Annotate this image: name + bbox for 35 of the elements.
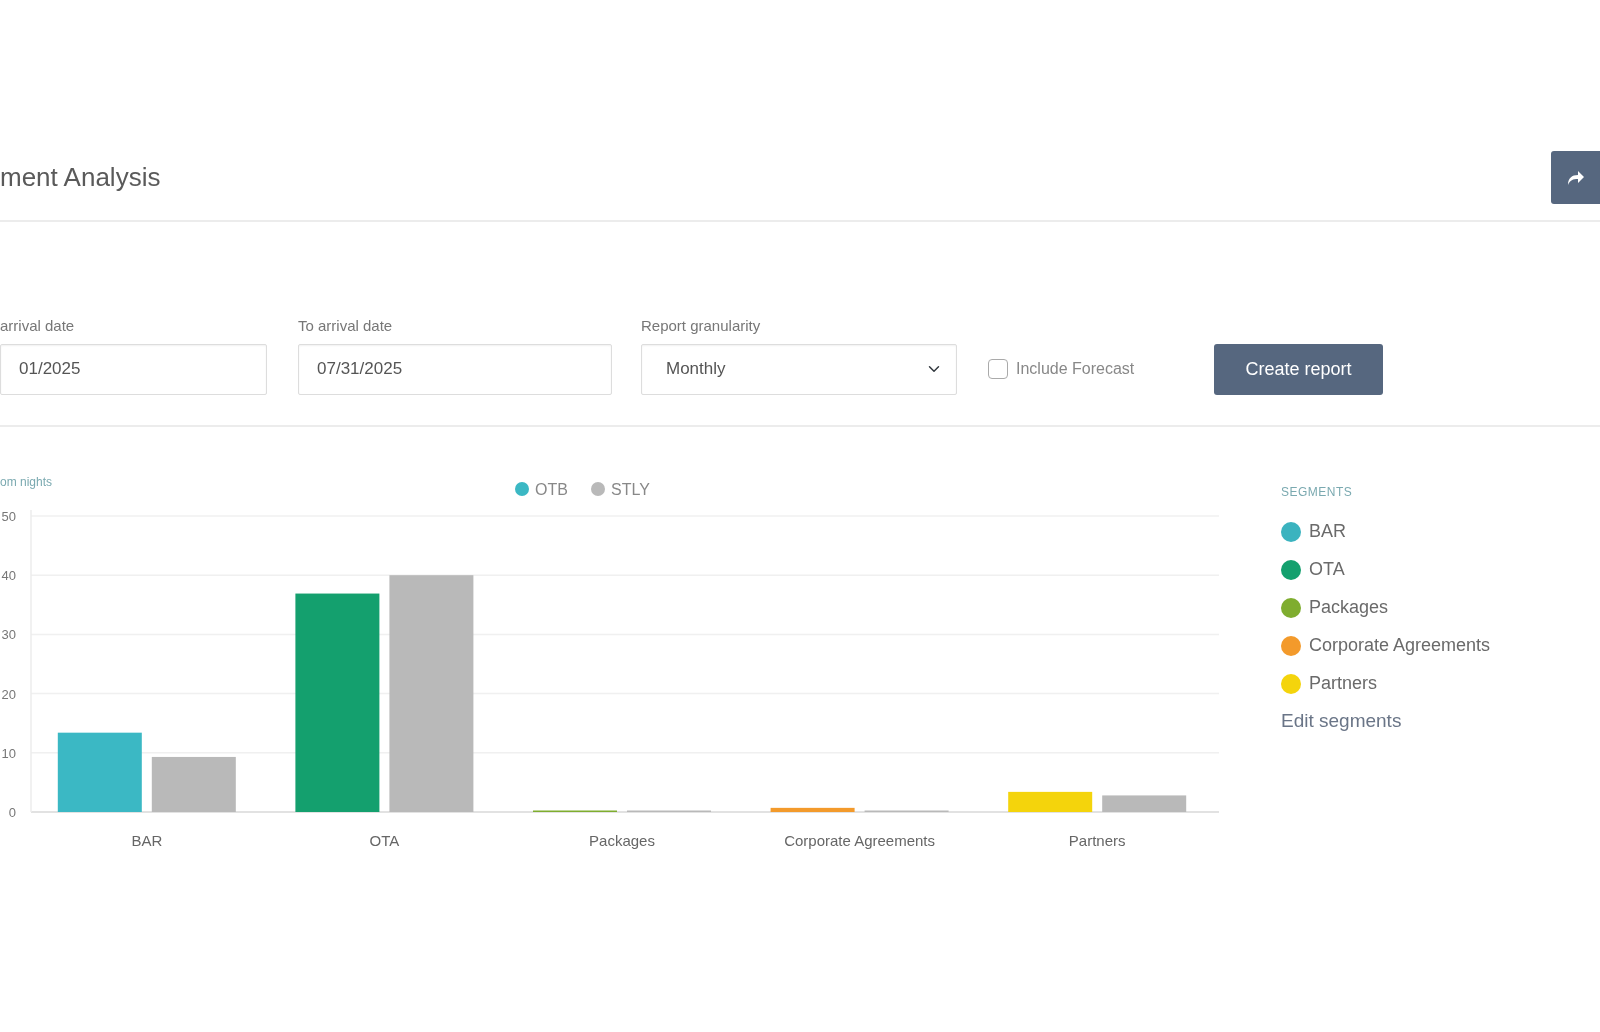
checkbox[interactable] [988, 359, 1008, 379]
axis-tick-label: 0 [8, 804, 16, 820]
arrow-icon [1566, 169, 1585, 186]
create-report-button[interactable]: Create report [1214, 343, 1383, 395]
segment-label: OTA [1309, 558, 1345, 581]
date-field[interactable]: 07/31/2025 [298, 343, 612, 395]
axis-tick-label: 20 [1, 686, 16, 702]
field-label: Report granularity [641, 316, 762, 336]
segment-label: Packages [1309, 596, 1389, 619]
axis-title: om nights [0, 474, 53, 489]
legend-dot [515, 481, 529, 496]
category-label: BAR [131, 831, 163, 849]
segments-title: SEGMENTS [1281, 483, 1354, 501]
category-label: OTA [369, 831, 400, 849]
legend-label: OTB [535, 480, 568, 498]
axis-tick-label: 10 [1, 745, 16, 761]
segment-label: Corporate Agreements [1309, 634, 1491, 657]
field-label: To arrival date [298, 316, 394, 336]
date-field[interactable]: 01/2025 [0, 343, 267, 395]
legend-dot [591, 481, 605, 496]
arrow-button[interactable] [1551, 151, 1600, 204]
page-title: ment Analysis [0, 161, 161, 194]
segment-label: BAR [1309, 520, 1346, 543]
category-label: Packages [589, 831, 655, 849]
axis-tick-label: 40 [1, 567, 16, 583]
axis-tick-label: 30 [1, 626, 16, 642]
category-label: Partners [1068, 831, 1126, 849]
checkbox-label: Include Forecast [1016, 359, 1135, 379]
segment-label: Partners [1309, 672, 1378, 695]
edit-segments-link[interactable]: Edit segments [1281, 706, 1491, 735]
granularity-select[interactable]: Monthly [641, 343, 957, 395]
field-label: arrival date [0, 316, 76, 336]
axis-tick-label: 50 [1, 508, 16, 524]
category-label: Corporate Agreements [784, 831, 936, 849]
legend-label: STLY [611, 480, 650, 498]
